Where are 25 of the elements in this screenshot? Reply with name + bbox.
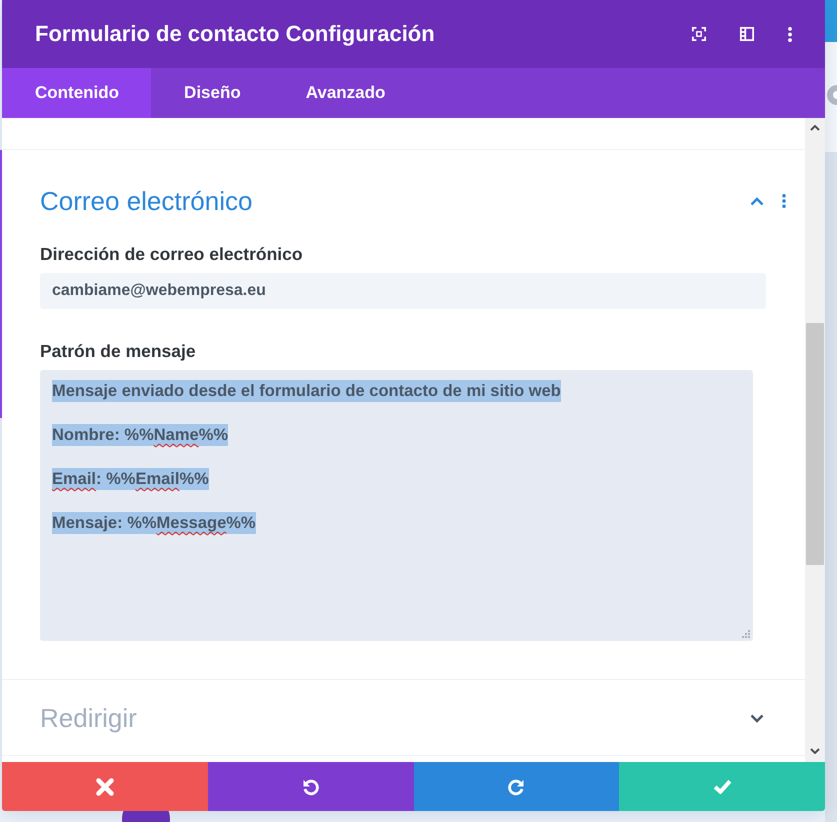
page-header-strip [825,0,837,42]
undo-icon [302,778,320,796]
field-label: Dirección de correo electrónico [40,244,303,264]
scrollbar-track[interactable] [805,118,825,762]
scroll-up-icon[interactable] [810,125,820,131]
field-label: Patrón de mensaje [40,341,196,361]
message-textarea[interactable]: Mensaje enviado desde el formulario de contacto de mi sitio web Nombre: %%Name%% Email: %%Email%% Mensaje: %%Message%% [40,370,753,641]
scroll-down-icon[interactable] [810,748,820,754]
tab[interactable]: Avanzado [272,68,418,118]
sidebar-layout-icon[interactable] [740,27,754,41]
chevron-down-icon[interactable] [750,714,764,722]
more-icon[interactable] [782,194,786,208]
section-title[interactable]: Correo electrónico [40,186,252,216]
redo-icon [507,778,526,796]
chevron-up-icon[interactable] [750,196,764,206]
close-icon [96,778,114,796]
more-icon[interactable] [788,26,792,42]
check-icon [712,779,732,794]
window-title: Formulario de contacto Configuración [35,21,435,47]
resize-grip-icon[interactable] [742,630,750,638]
scrollbar-thumb[interactable] [806,323,824,565]
tab[interactable]: Diseño [151,68,273,118]
tab[interactable]: Contenido [2,68,152,118]
fullscreen-icon[interactable] [692,27,706,41]
email-input[interactable]: cambiame@webempresa.eu [40,273,766,309]
